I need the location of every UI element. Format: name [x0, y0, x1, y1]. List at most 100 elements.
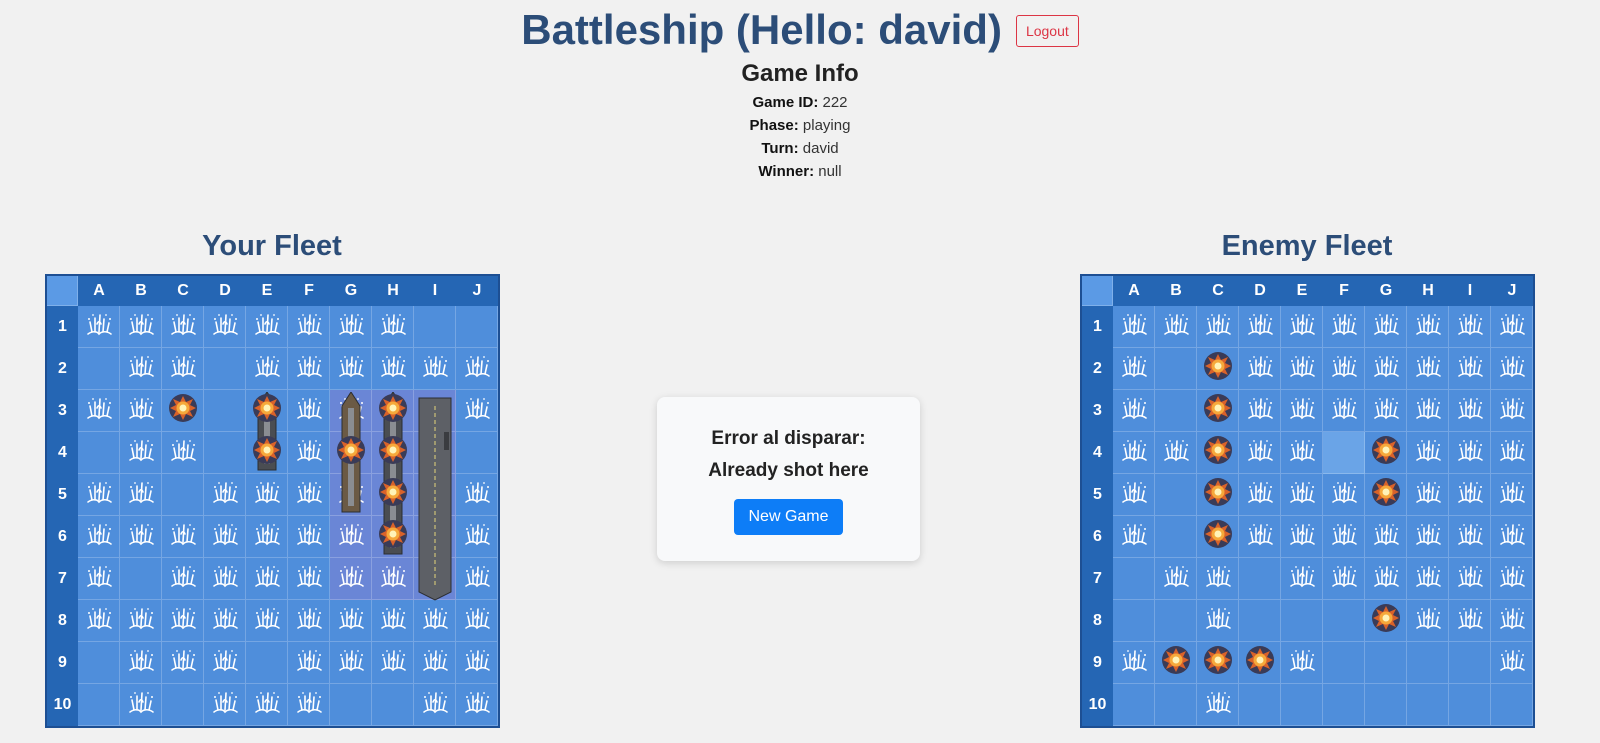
- enemy-cell-J5[interactable]: [1491, 474, 1533, 516]
- enemy-cell-J1[interactable]: [1491, 306, 1533, 348]
- enemy-cell-H1[interactable]: [1407, 306, 1449, 348]
- enemy-cell-E3[interactable]: [1281, 390, 1323, 432]
- enemy-cell-H8[interactable]: [1407, 600, 1449, 642]
- enemy-cell-D2[interactable]: [1239, 348, 1281, 390]
- enemy-cell-I7[interactable]: [1449, 558, 1491, 600]
- enemy-cell-C8[interactable]: [1197, 600, 1239, 642]
- enemy-cell-B9[interactable]: [1155, 642, 1197, 684]
- enemy-cell-A9[interactable]: [1113, 642, 1155, 684]
- enemy-cell-J8[interactable]: [1491, 600, 1533, 642]
- enemy-cell-G4[interactable]: [1365, 432, 1407, 474]
- enemy-cell-G6[interactable]: [1365, 516, 1407, 558]
- enemy-cell-E1[interactable]: [1281, 306, 1323, 348]
- enemy-cell-E8[interactable]: [1281, 600, 1323, 642]
- enemy-cell-A5[interactable]: [1113, 474, 1155, 516]
- enemy-cell-H7[interactable]: [1407, 558, 1449, 600]
- enemy-cell-E5[interactable]: [1281, 474, 1323, 516]
- enemy-cell-C10[interactable]: [1197, 684, 1239, 726]
- new-game-button[interactable]: New Game: [734, 499, 843, 535]
- enemy-cell-H9[interactable]: [1407, 642, 1449, 684]
- enemy-cell-H5[interactable]: [1407, 474, 1449, 516]
- enemy-cell-F1[interactable]: [1323, 306, 1365, 348]
- enemy-cell-H10[interactable]: [1407, 684, 1449, 726]
- enemy-cell-D3[interactable]: [1239, 390, 1281, 432]
- enemy-cell-A6[interactable]: [1113, 516, 1155, 558]
- enemy-cell-C7[interactable]: [1197, 558, 1239, 600]
- enemy-cell-B10[interactable]: [1155, 684, 1197, 726]
- enemy-cell-G3[interactable]: [1365, 390, 1407, 432]
- enemy-cell-C2[interactable]: [1197, 348, 1239, 390]
- enemy-cell-F3[interactable]: [1323, 390, 1365, 432]
- enemy-cell-B3[interactable]: [1155, 390, 1197, 432]
- enemy-cell-C6[interactable]: [1197, 516, 1239, 558]
- enemy-cell-A4[interactable]: [1113, 432, 1155, 474]
- enemy-cell-H4[interactable]: [1407, 432, 1449, 474]
- enemy-cell-B8[interactable]: [1155, 600, 1197, 642]
- enemy-cell-C1[interactable]: [1197, 306, 1239, 348]
- enemy-cell-B7[interactable]: [1155, 558, 1197, 600]
- enemy-cell-I1[interactable]: [1449, 306, 1491, 348]
- enemy-cell-I4[interactable]: [1449, 432, 1491, 474]
- enemy-cell-E7[interactable]: [1281, 558, 1323, 600]
- enemy-cell-A3[interactable]: [1113, 390, 1155, 432]
- enemy-cell-I2[interactable]: [1449, 348, 1491, 390]
- enemy-cell-A7[interactable]: [1113, 558, 1155, 600]
- enemy-cell-G5[interactable]: [1365, 474, 1407, 516]
- enemy-cell-A2[interactable]: [1113, 348, 1155, 390]
- enemy-cell-D10[interactable]: [1239, 684, 1281, 726]
- enemy-cell-F4[interactable]: [1323, 432, 1365, 474]
- enemy-cell-C9[interactable]: [1197, 642, 1239, 684]
- enemy-cell-G2[interactable]: [1365, 348, 1407, 390]
- enemy-cell-F8[interactable]: [1323, 600, 1365, 642]
- enemy-cell-B2[interactable]: [1155, 348, 1197, 390]
- enemy-cell-H2[interactable]: [1407, 348, 1449, 390]
- enemy-cell-F2[interactable]: [1323, 348, 1365, 390]
- enemy-cell-D7[interactable]: [1239, 558, 1281, 600]
- enemy-cell-C4[interactable]: [1197, 432, 1239, 474]
- enemy-cell-B4[interactable]: [1155, 432, 1197, 474]
- enemy-cell-F9[interactable]: [1323, 642, 1365, 684]
- enemy-cell-J9[interactable]: [1491, 642, 1533, 684]
- enemy-cell-B5[interactable]: [1155, 474, 1197, 516]
- enemy-cell-J10[interactable]: [1491, 684, 1533, 726]
- enemy-cell-J6[interactable]: [1491, 516, 1533, 558]
- enemy-cell-A8[interactable]: [1113, 600, 1155, 642]
- enemy-cell-D4[interactable]: [1239, 432, 1281, 474]
- enemy-cell-D8[interactable]: [1239, 600, 1281, 642]
- enemy-cell-J7[interactable]: [1491, 558, 1533, 600]
- enemy-cell-I8[interactable]: [1449, 600, 1491, 642]
- enemy-cell-G10[interactable]: [1365, 684, 1407, 726]
- logout-button[interactable]: Logout: [1015, 15, 1079, 47]
- enemy-cell-C5[interactable]: [1197, 474, 1239, 516]
- enemy-cell-E10[interactable]: [1281, 684, 1323, 726]
- enemy-cell-H3[interactable]: [1407, 390, 1449, 432]
- enemy-cell-I5[interactable]: [1449, 474, 1491, 516]
- enemy-cell-D5[interactable]: [1239, 474, 1281, 516]
- enemy-cell-C3[interactable]: [1197, 390, 1239, 432]
- enemy-cell-E2[interactable]: [1281, 348, 1323, 390]
- enemy-cell-A1[interactable]: [1113, 306, 1155, 348]
- enemy-cell-E6[interactable]: [1281, 516, 1323, 558]
- enemy-cell-B6[interactable]: [1155, 516, 1197, 558]
- enemy-cell-B1[interactable]: [1155, 306, 1197, 348]
- enemy-cell-E4[interactable]: [1281, 432, 1323, 474]
- enemy-cell-G9[interactable]: [1365, 642, 1407, 684]
- enemy-cell-D1[interactable]: [1239, 306, 1281, 348]
- enemy-cell-D9[interactable]: [1239, 642, 1281, 684]
- enemy-cell-I10[interactable]: [1449, 684, 1491, 726]
- enemy-cell-J2[interactable]: [1491, 348, 1533, 390]
- enemy-cell-A10[interactable]: [1113, 684, 1155, 726]
- enemy-cell-F10[interactable]: [1323, 684, 1365, 726]
- enemy-cell-J3[interactable]: [1491, 390, 1533, 432]
- enemy-cell-I3[interactable]: [1449, 390, 1491, 432]
- enemy-cell-F7[interactable]: [1323, 558, 1365, 600]
- enemy-cell-J4[interactable]: [1491, 432, 1533, 474]
- enemy-cell-H6[interactable]: [1407, 516, 1449, 558]
- enemy-cell-F6[interactable]: [1323, 516, 1365, 558]
- enemy-cell-D6[interactable]: [1239, 516, 1281, 558]
- enemy-cell-I6[interactable]: [1449, 516, 1491, 558]
- enemy-cell-G8[interactable]: [1365, 600, 1407, 642]
- enemy-cell-F5[interactable]: [1323, 474, 1365, 516]
- enemy-cell-I9[interactable]: [1449, 642, 1491, 684]
- enemy-cell-G1[interactable]: [1365, 306, 1407, 348]
